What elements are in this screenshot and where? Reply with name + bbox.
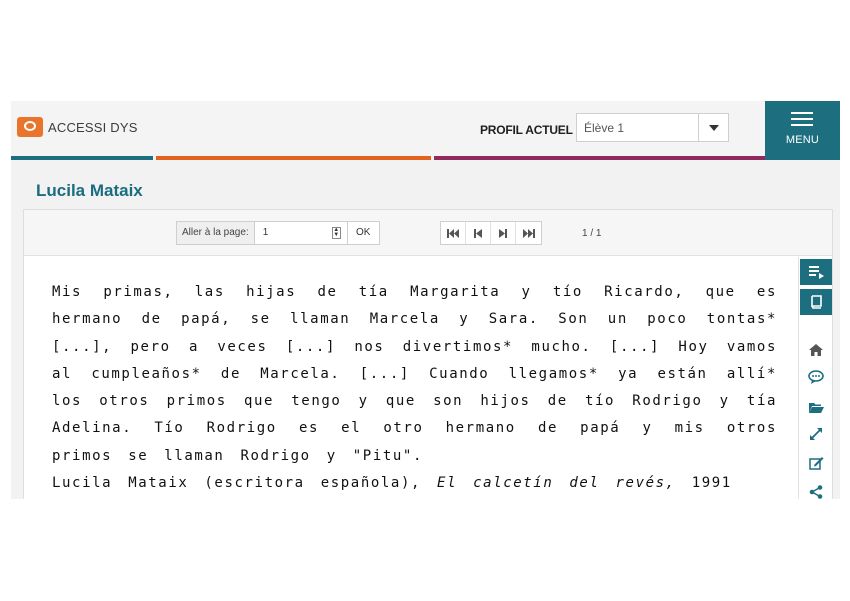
edit-icon[interactable] [799,450,833,476]
page-title: Lucila Mataix [36,181,143,200]
header-stripe-teal [11,156,153,160]
citation-book-title: El calcetín del revés, [437,475,676,492]
accessidys-logo-icon [17,117,43,137]
page-number-input[interactable]: 1 ▲ ▼ [255,222,347,244]
passage-citation: Lucila Mataix (escritora española), El c… [52,470,777,497]
comment-icon[interactable] [799,364,833,390]
book-icon[interactable] [800,289,832,315]
logo[interactable]: ACCESSI DYS [17,117,138,137]
expand-icon[interactable] [799,421,833,447]
page-count: 1 / 1 [582,228,602,239]
go-to-page-ok-button[interactable]: OK [346,222,379,244]
page-number-value: 1 [262,227,269,238]
home-icon[interactable] [799,337,833,363]
document-content: Mis primas, las hijas de tía Margarita y… [24,257,798,499]
page-navigation [440,221,542,245]
hamburger-icon [791,112,813,130]
tools-sidebar [798,257,832,499]
header-stripe-plum [434,156,765,160]
next-page-icon[interactable] [491,222,516,244]
menu-label: MENU [785,134,820,146]
document-reader: Aller à la page: 1 ▲ ▼ OK 1 / 1 Mis prim… [23,209,833,499]
citation-author: Lucila Mataix (escritora española), [52,475,422,492]
reading-list-icon[interactable] [800,259,832,285]
text-passage: Mis primas, las hijas de tía Margarita y… [52,279,777,497]
last-page-icon[interactable] [516,222,541,244]
chevron-down-icon[interactable] [698,114,728,141]
current-profile-label: PROFIL ACTUEL [480,123,573,137]
previous-page-icon[interactable] [466,222,491,244]
first-page-icon[interactable] [441,222,466,244]
app-window: ACCESSI DYS PROFIL ACTUEL Élève 1 MENU L… [11,101,840,499]
citation-year: 1991 [691,475,732,492]
passage-body: Mis primas, las hijas de tía Margarita y… [52,284,777,464]
go-to-page-control: Aller à la page: 1 ▲ ▼ OK [176,221,380,245]
menu-button[interactable]: MENU [765,101,840,160]
logo-text: ACCESSI DYS [48,119,138,135]
reader-toolbar: Aller à la page: 1 ▲ ▼ OK 1 / 1 [24,210,832,256]
spinner-icon[interactable]: ▲ ▼ [331,227,341,239]
profile-select-value: Élève 1 [584,121,625,135]
header-stripe-orange [156,156,431,160]
go-to-page-label: Aller à la page: [177,222,255,244]
profile-select[interactable]: Élève 1 [576,113,729,142]
share-icon[interactable] [799,479,833,499]
header: ACCESSI DYS PROFIL ACTUEL Élève 1 MENU [11,101,840,160]
folder-open-icon[interactable] [799,394,833,420]
